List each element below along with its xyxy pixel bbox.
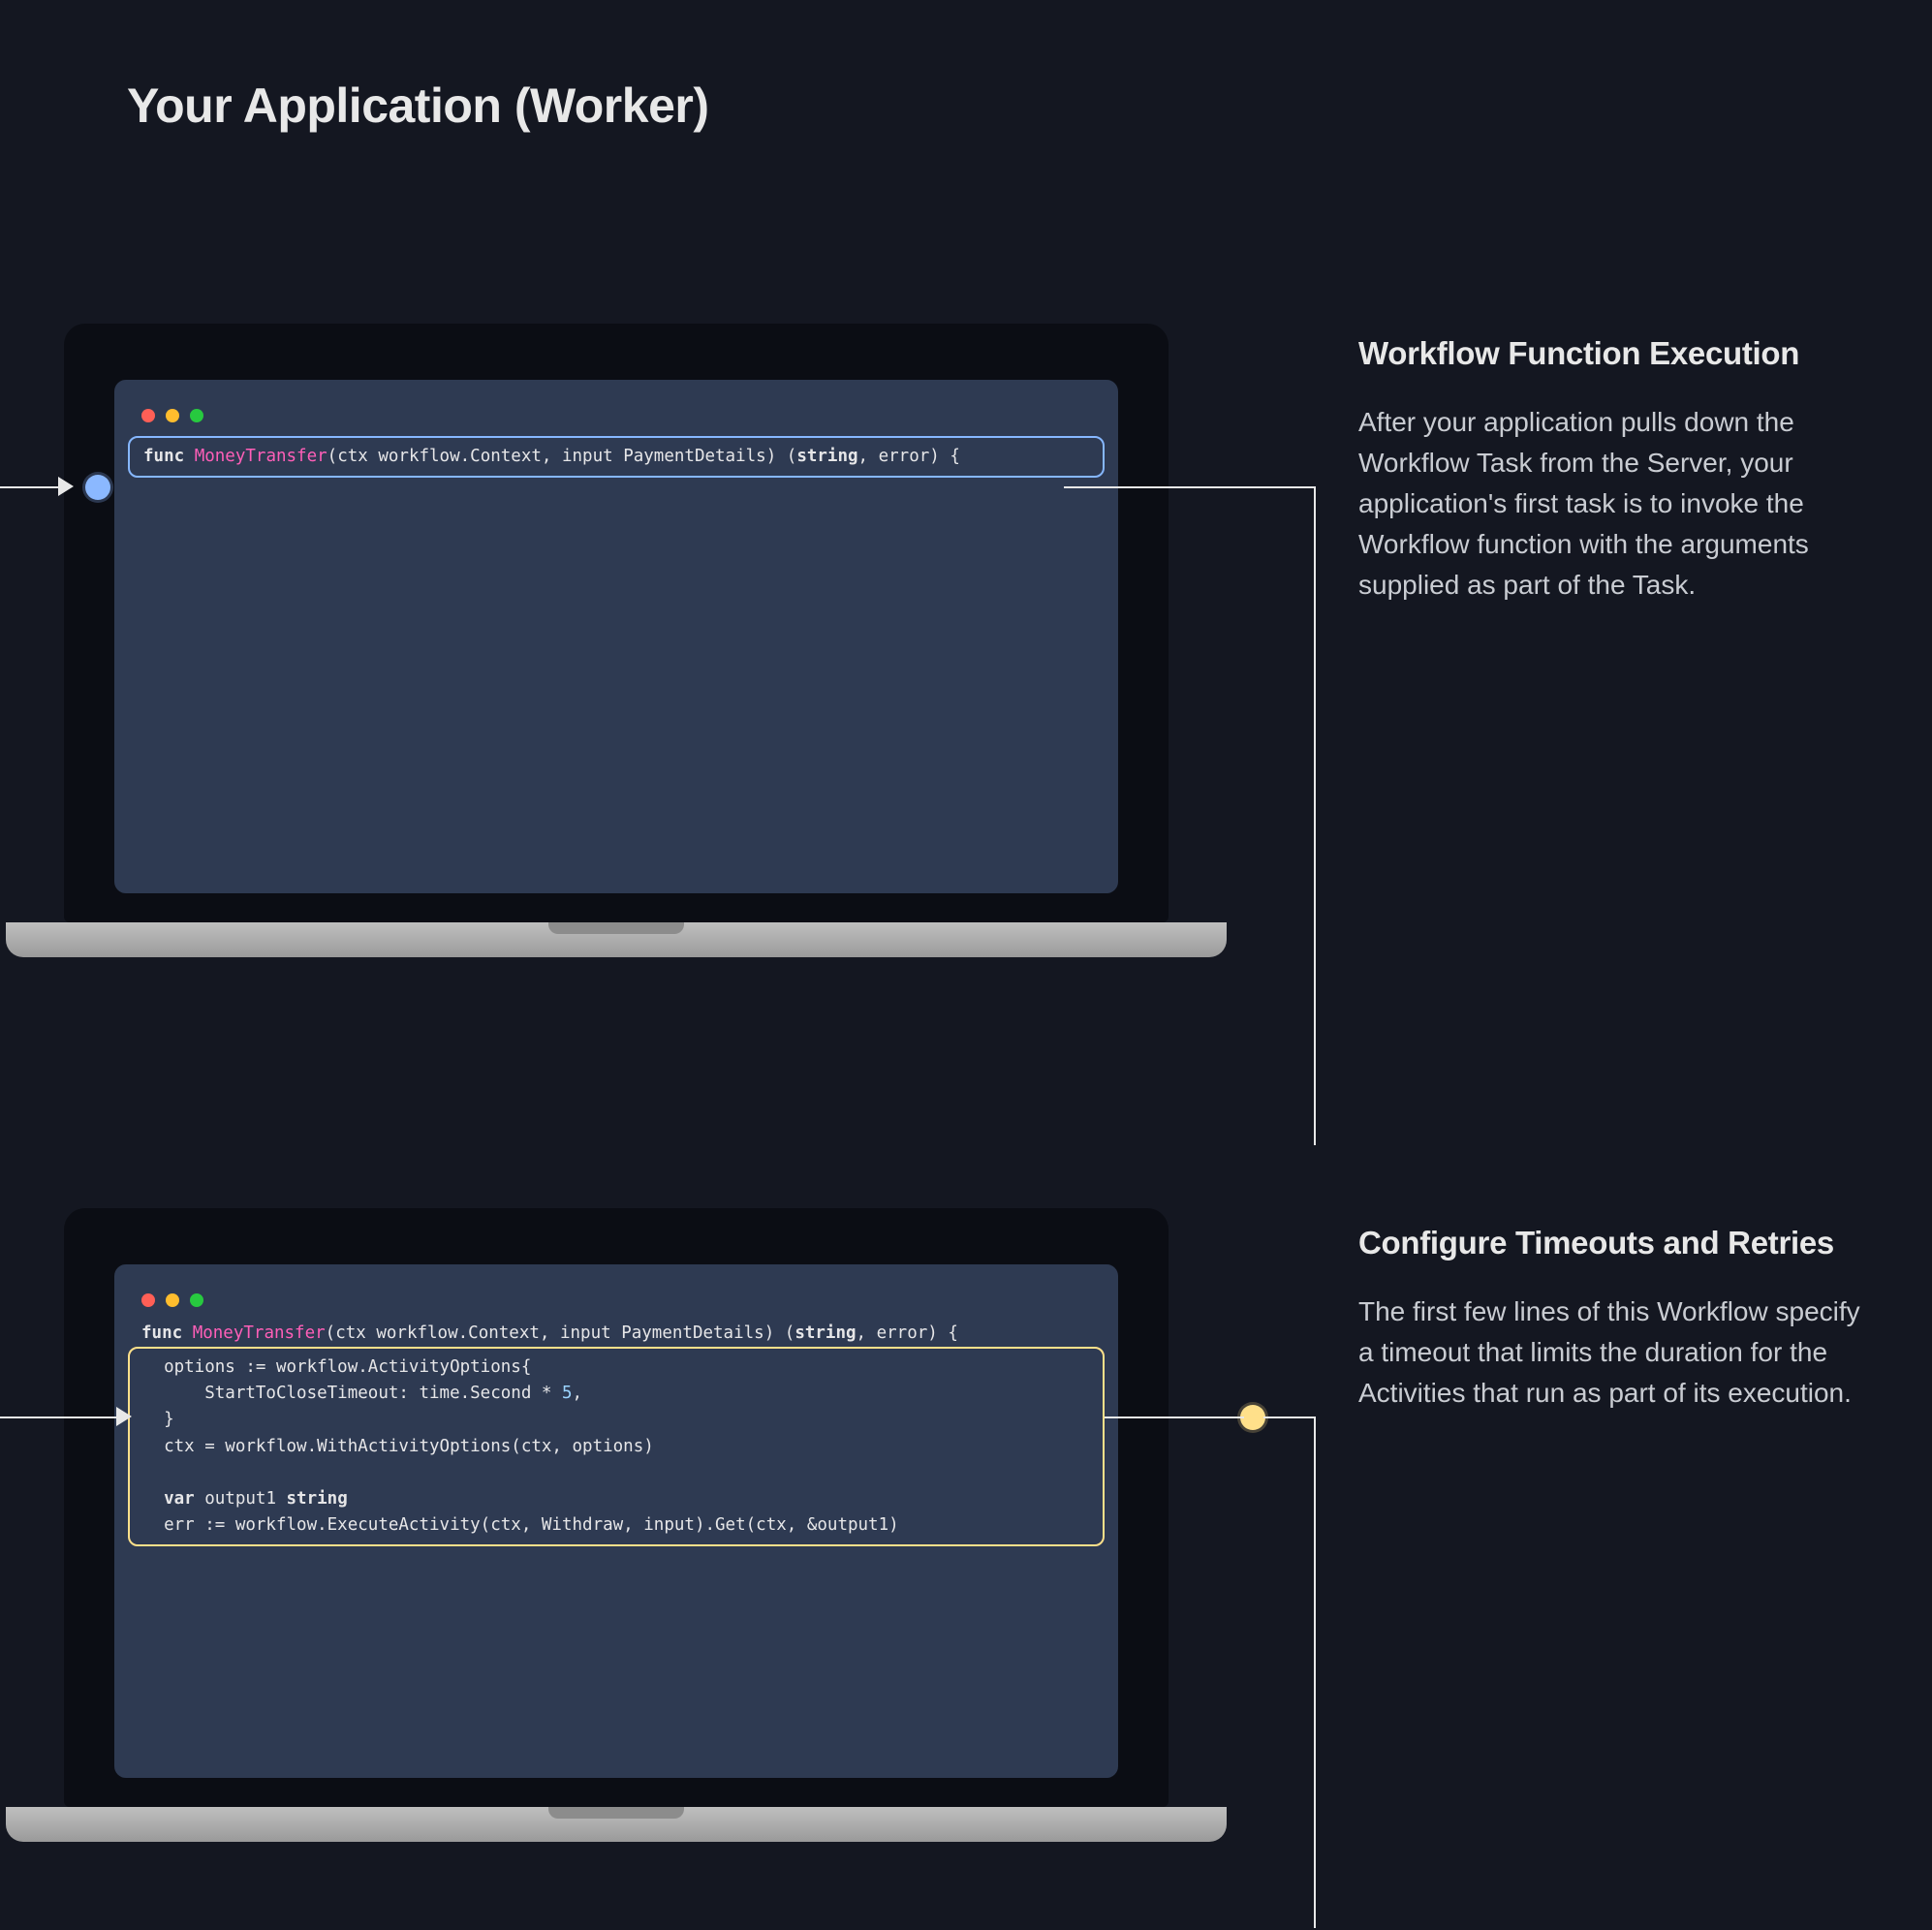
code-block: func MoneyTransfer(ctx workflow.Context,… [141, 436, 1091, 478]
code-line: ctx = workflow.WithActivityOptions(ctx, … [143, 1434, 1089, 1460]
explain-body: The first few lines of this Workflow spe… [1358, 1292, 1872, 1414]
code-line: StartToCloseTimeout: time.Second * 5, [143, 1381, 1089, 1407]
window-traffic-lights [141, 409, 1091, 422]
laptop-bezel: func MoneyTransfer(ctx workflow.Context,… [64, 1208, 1169, 1807]
traffic-green-icon [190, 409, 203, 422]
explain-body: After your application pulls down the Wo… [1358, 402, 1872, 606]
code-line: options := workflow.ActivityOptions{ [143, 1354, 1089, 1381]
code-line [143, 1460, 1089, 1486]
page-title: Your Application (Worker) [127, 78, 709, 134]
laptop-screen: func MoneyTransfer(ctx workflow.Context,… [114, 1264, 1118, 1778]
code-line: func MoneyTransfer(ctx workflow.Context,… [141, 1321, 1091, 1347]
explain-timeouts-retries: Configure Timeouts and Retries The first… [1358, 1223, 1872, 1414]
highlighted-code: func MoneyTransfer(ctx workflow.Context,… [128, 436, 1105, 478]
traffic-red-icon [141, 409, 155, 422]
explain-title: Configure Timeouts and Retries [1358, 1223, 1872, 1262]
code-line: func MoneyTransfer(ctx workflow.Context,… [143, 444, 1089, 470]
laptop-workflow-exec: func MoneyTransfer(ctx workflow.Context,… [64, 324, 1169, 957]
explain-title: Workflow Function Execution [1358, 333, 1872, 373]
traffic-green-icon [190, 1293, 203, 1307]
laptop-base [6, 1807, 1227, 1842]
code-line: } [143, 1407, 1089, 1433]
traffic-yellow-icon [166, 409, 179, 422]
code-line: var output1 string [143, 1486, 1089, 1512]
window-traffic-lights [141, 1293, 1091, 1307]
code-block: func MoneyTransfer(ctx workflow.Context,… [141, 1321, 1091, 1546]
laptop-screen: func MoneyTransfer(ctx workflow.Context,… [114, 380, 1118, 893]
traffic-yellow-icon [166, 1293, 179, 1307]
explain-workflow-exec: Workflow Function Execution After your a… [1358, 333, 1872, 606]
laptop-base [6, 922, 1227, 957]
laptop-timeouts-retries: func MoneyTransfer(ctx workflow.Context,… [64, 1208, 1169, 1842]
connector-dot-yellow [1240, 1405, 1265, 1430]
laptop-bezel: func MoneyTransfer(ctx workflow.Context,… [64, 324, 1169, 922]
traffic-red-icon [141, 1293, 155, 1307]
code-line: err := workflow.ExecuteActivity(ctx, Wit… [143, 1512, 1089, 1539]
highlighted-code: options := workflow.ActivityOptions{ Sta… [128, 1347, 1105, 1546]
